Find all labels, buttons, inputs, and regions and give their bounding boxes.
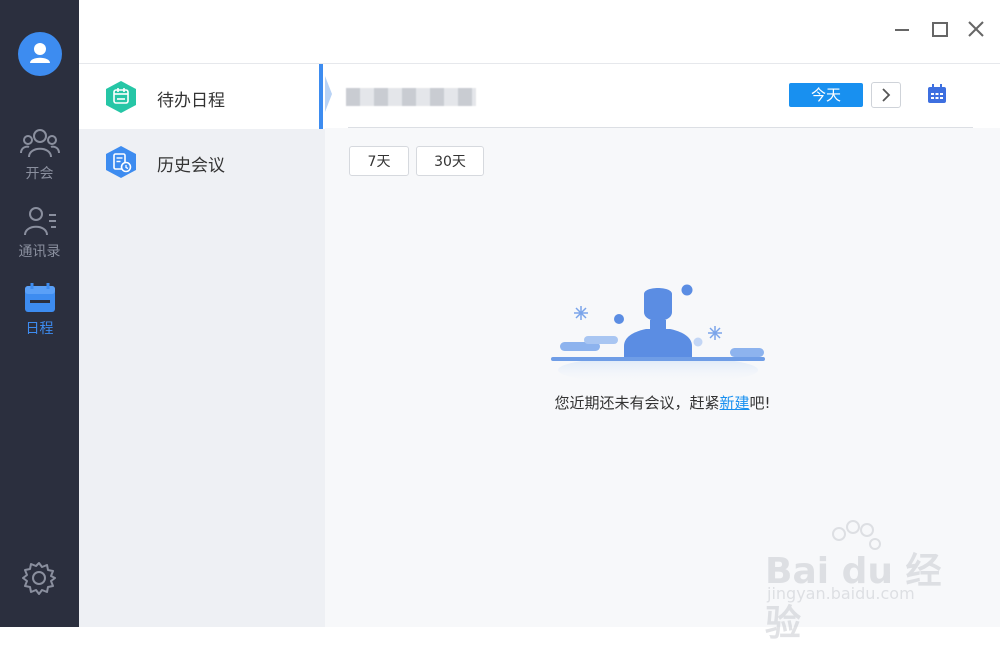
current-date-display — [346, 88, 476, 106]
subnav-item-pending[interactable]: 待办日程 — [79, 64, 325, 129]
calendar-icon — [928, 84, 946, 103]
range-7-days-button[interactable]: 7天 — [349, 146, 409, 176]
contacts-icon — [23, 207, 56, 236]
title-bar — [79, 0, 1000, 64]
close-button[interactable] — [965, 18, 987, 40]
subnav-item-history[interactable]: 历史会议 — [79, 129, 325, 194]
user-icon — [30, 43, 50, 63]
rail-item-schedule[interactable]: 日程 — [0, 282, 79, 338]
maximize-button[interactable] — [929, 18, 951, 40]
close-icon — [968, 21, 984, 37]
avatar[interactable] — [18, 32, 62, 76]
today-button[interactable]: 今天 — [789, 83, 863, 107]
subnav-item-label: 历史会议 — [157, 156, 225, 176]
app-rail: 开会 通讯录 日程 — [0, 0, 79, 627]
date-caret — [325, 76, 332, 112]
create-meeting-link[interactable]: 新建 — [719, 394, 749, 412]
calendar-picker-button[interactable] — [925, 82, 949, 106]
subnav-item-label: 待办日程 — [157, 91, 225, 111]
minimize-icon — [895, 29, 909, 31]
minimize-button[interactable] — [891, 18, 913, 40]
calendar-hex-icon — [106, 81, 136, 113]
date-toolbar: 今天 — [325, 64, 1000, 128]
empty-message-text: 您近期还未有会议，赶紧 — [554, 394, 720, 412]
range-30-days-button[interactable]: 30天 — [416, 146, 484, 176]
next-button[interactable] — [871, 82, 901, 108]
chevron-right-icon — [882, 88, 891, 102]
calendar-icon — [24, 283, 55, 312]
schedule-subnav: 待办日程 历史会议 — [79, 64, 325, 627]
rail-item-label: 日程 — [25, 321, 54, 337]
gear-icon — [22, 562, 56, 595]
rail-item-label: 开会 — [25, 166, 54, 182]
settings-button[interactable] — [22, 561, 56, 595]
maximize-icon — [932, 22, 948, 37]
active-indicator — [319, 64, 323, 129]
rail-item-meeting[interactable]: 开会 — [0, 127, 79, 183]
watermark-url: jingyan.baidu.com — [767, 584, 915, 603]
empty-state-message: 您近期还未有会议，赶紧新建吧! — [325, 392, 1000, 413]
toolbar-divider — [348, 127, 973, 128]
empty-state-illustration — [551, 284, 765, 384]
history-hex-icon — [106, 146, 136, 178]
baidu-watermark: Bai du 经验 jingyan.baidu.com — [765, 520, 965, 644]
rail-item-label: 通讯录 — [18, 244, 61, 260]
rail-item-contacts[interactable]: 通讯录 — [0, 205, 79, 261]
empty-message-suffix: 吧! — [749, 394, 771, 412]
group-icon — [19, 129, 60, 158]
